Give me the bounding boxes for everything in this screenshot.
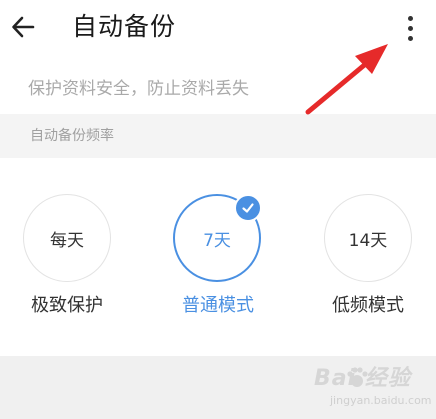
option-daily[interactable]: 每天 极致保护 — [7, 158, 127, 356]
check-icon — [234, 194, 262, 222]
arrow-left-icon — [12, 16, 35, 38]
option-circle: 每天 — [23, 194, 111, 282]
section-label: 自动备份频率 — [30, 128, 114, 144]
backup-frequency-options: 每天 极致保护 7天 普通模式 14天 低频模式 — [0, 158, 436, 356]
option-circle: 14天 — [324, 194, 412, 282]
watermark-url: jingyan.baidu.com — [330, 394, 432, 407]
watermark: Bai 经验 jingyan.baidu.com — [300, 362, 432, 414]
option-label: 极致保护 — [31, 295, 103, 316]
option-label: 普通模式 — [182, 295, 254, 316]
description-text: 保护资料安全，防止资料丢失 — [28, 79, 249, 99]
watermark-logo-text: Bai 经验 — [314, 366, 411, 391]
back-button[interactable] — [6, 10, 40, 44]
more-vertical-icon — [407, 15, 413, 21]
more-options-button[interactable] — [396, 12, 424, 44]
option-label: 低频模式 — [332, 295, 404, 316]
option-7-days[interactable]: 7天 普通模式 — [158, 158, 278, 356]
section-header: 自动备份频率 — [0, 114, 436, 158]
description-area: 保护资料安全，防止资料丢失 — [0, 56, 436, 114]
page-title: 自动备份 — [72, 12, 177, 41]
app-header: 自动备份 — [0, 0, 436, 56]
option-14-days[interactable]: 14天 低频模式 — [308, 158, 428, 356]
